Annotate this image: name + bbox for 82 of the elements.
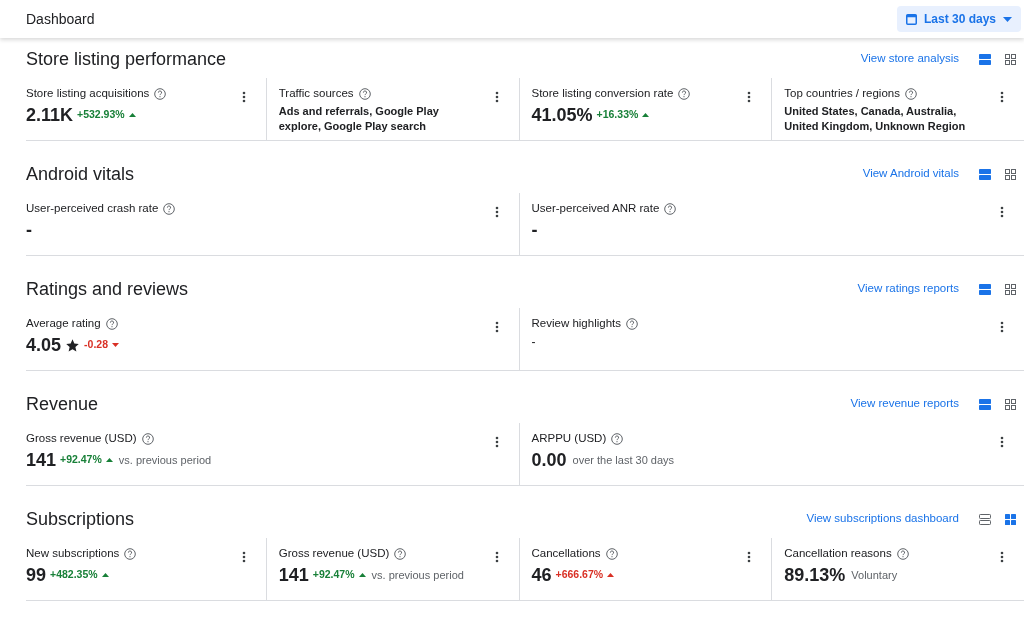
metric-label: Traffic sources xyxy=(278,86,354,101)
metric-value: 46 xyxy=(531,564,552,587)
metric-label: User-perceived ANR rate xyxy=(531,201,660,216)
metric-value: Ads and referrals, Google Play explore, Google Play search xyxy=(278,104,440,135)
metric-value: - xyxy=(26,219,32,242)
metric-change: +532.93% xyxy=(77,107,125,123)
help-icon[interactable] xyxy=(124,547,137,560)
section-title: Android vitals xyxy=(26,165,135,183)
grid-view-icon[interactable] xyxy=(1004,168,1017,180)
metric-note: vs. previous period xyxy=(118,453,212,468)
more-options-icon[interactable] xyxy=(998,320,1006,334)
metric-change: +482.35% xyxy=(50,567,98,583)
metric-change: +666.67% xyxy=(555,567,604,583)
metric-value: - xyxy=(531,219,538,242)
more-options-icon[interactable] xyxy=(998,90,1006,104)
more-options-icon[interactable] xyxy=(998,550,1006,564)
page-title: Dashboard xyxy=(26,9,95,29)
help-icon[interactable] xyxy=(163,202,176,215)
caret-icon xyxy=(1003,16,1012,22)
list-view-icon[interactable] xyxy=(978,53,991,65)
view-report-link[interactable]: View subscriptions dashboard xyxy=(806,510,959,528)
metric-value: - xyxy=(531,334,537,352)
metric-value: 89.13% xyxy=(784,564,846,587)
metric-label: Store listing conversion rate xyxy=(531,86,674,101)
metric-change: +92.47% xyxy=(60,452,102,468)
grid-view-icon[interactable] xyxy=(1004,398,1017,410)
help-icon[interactable] xyxy=(896,547,909,560)
metric-change: +16.33% xyxy=(596,107,639,123)
metric-value: United States, Canada, Australia, United Kingdom, Unknown Region xyxy=(784,104,967,135)
metric-label: Average rating xyxy=(26,316,101,331)
metric-change: +92.47% xyxy=(312,567,355,583)
view-report-link[interactable]: View ratings reports xyxy=(857,280,959,298)
help-icon[interactable] xyxy=(105,317,118,330)
grid-view-icon[interactable] xyxy=(1004,53,1017,65)
metric-label: Store listing acquisitions xyxy=(26,86,150,101)
metric-value: 99 xyxy=(26,564,47,587)
metric-label: Cancellations xyxy=(531,546,601,561)
help-icon[interactable] xyxy=(678,87,691,100)
grid-view-icon[interactable] xyxy=(1004,283,1017,295)
section-title: Subscriptions xyxy=(26,510,135,528)
help-icon[interactable] xyxy=(605,547,618,560)
view-report-link[interactable]: View store analysis xyxy=(860,50,959,68)
list-view-icon[interactable] xyxy=(978,398,991,410)
help-icon[interactable] xyxy=(626,317,638,330)
section-title: Store listing performance xyxy=(26,50,227,68)
metric-change: -0.28 xyxy=(84,337,108,353)
list-view-icon[interactable] xyxy=(978,168,991,180)
help-icon[interactable] xyxy=(664,202,677,215)
help-icon[interactable] xyxy=(394,547,407,560)
metric-value: 2.11K xyxy=(26,104,74,127)
date-range-button[interactable]: Last 30 days xyxy=(896,6,1021,32)
help-icon[interactable] xyxy=(154,87,167,100)
view-report-link[interactable]: View revenue reports xyxy=(850,395,959,413)
more-options-icon[interactable] xyxy=(998,435,1006,449)
metric-label: User-perceived crash rate xyxy=(26,201,159,216)
metric-label: Review highlights xyxy=(531,316,621,331)
metric-label: Gross revenue (USD) xyxy=(278,546,390,561)
metric-value: 0.00 xyxy=(531,449,567,472)
metric-label: New subscriptions xyxy=(26,546,120,561)
help-icon[interactable] xyxy=(141,432,154,445)
metric-label: Top countries / regions xyxy=(784,86,900,101)
metric-note: over the last 30 days xyxy=(572,453,675,468)
metric-value: 4.05 xyxy=(26,334,62,357)
metric-note: Voluntary xyxy=(851,568,898,583)
list-view-icon[interactable] xyxy=(978,513,991,525)
list-view-icon[interactable] xyxy=(978,283,991,295)
metric-value: 141 xyxy=(26,449,57,472)
more-options-icon[interactable] xyxy=(998,205,1006,219)
view-report-link[interactable]: View Android vitals xyxy=(862,165,959,183)
metric-label: ARPPU (USD) xyxy=(531,431,607,446)
section-title: Revenue xyxy=(26,395,99,413)
metric-label: Cancellation reasons xyxy=(784,546,892,561)
metric-label: Gross revenue (USD) xyxy=(26,431,137,446)
grid-view-icon[interactable] xyxy=(1004,513,1017,525)
help-icon[interactable] xyxy=(611,432,624,445)
section-title: Ratings and reviews xyxy=(26,280,189,298)
metric-value: 41.05% xyxy=(531,104,593,127)
help-icon[interactable] xyxy=(358,87,371,100)
calendar-icon xyxy=(905,13,917,25)
help-icon[interactable] xyxy=(904,87,917,100)
metric-note: vs. previous period xyxy=(371,568,464,583)
metric-value: 141 xyxy=(278,564,309,587)
